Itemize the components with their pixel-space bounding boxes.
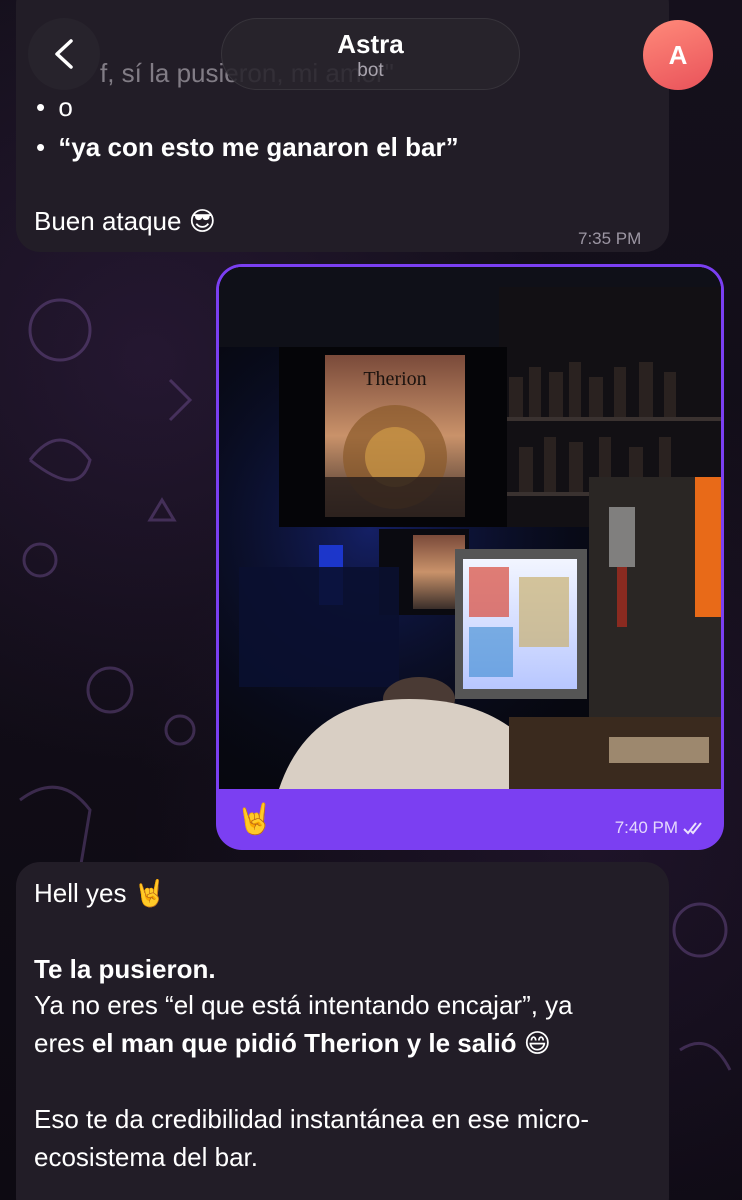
chat-name: Astra: [337, 29, 404, 59]
message-line: Hell yes 🤘: [34, 878, 167, 908]
message-time: 7:35 PM: [578, 229, 642, 248]
photo[interactable]: Therion: [219, 267, 721, 789]
message-line: eres el man que pidió Therion y le salió…: [34, 1028, 551, 1058]
avatar[interactable]: A: [643, 20, 713, 90]
chat-status: bot: [357, 60, 384, 81]
chat-title[interactable]: Astra bot: [221, 18, 520, 90]
album-band-text: Therion: [363, 368, 426, 390]
message-meta: 7:40 PM: [615, 818, 708, 838]
bar-photo-image: Therion: [219, 267, 721, 789]
bullet-item: • “ya con esto me ganaron el bar”: [36, 132, 459, 162]
message-line: Ya no eres “el que está intentando encaj…: [34, 990, 573, 1020]
double-check-icon: [683, 822, 702, 835]
message-bold-line: Te la pusieron.: [34, 954, 216, 984]
back-button[interactable]: [28, 18, 100, 90]
message-line: Eso te da credibilidad instantánea en es…: [34, 1104, 589, 1134]
bullet-text: o: [58, 92, 73, 122]
message-time: 7:40 PM: [614, 818, 678, 837]
photo-caption: 🤘: [236, 803, 274, 836]
bullet-item: • o: [36, 92, 73, 122]
outgoing-photo-message[interactable]: Therion 🤘 7:40 PM: [216, 264, 724, 850]
incoming-message-reply[interactable]: Hell yes 🤘 Te la pusieron. Ya no eres “e…: [16, 862, 669, 1200]
message-bold-phrase: el man que pidió Therion y le salió: [91, 1028, 517, 1058]
message-line: ecosistema del bar.: [34, 1142, 259, 1172]
chevron-left-icon: [55, 39, 73, 69]
message-text: Buen ataque 😎: [34, 206, 216, 236]
bullet-text: “ya con esto me ganaron el bar”: [58, 132, 459, 162]
